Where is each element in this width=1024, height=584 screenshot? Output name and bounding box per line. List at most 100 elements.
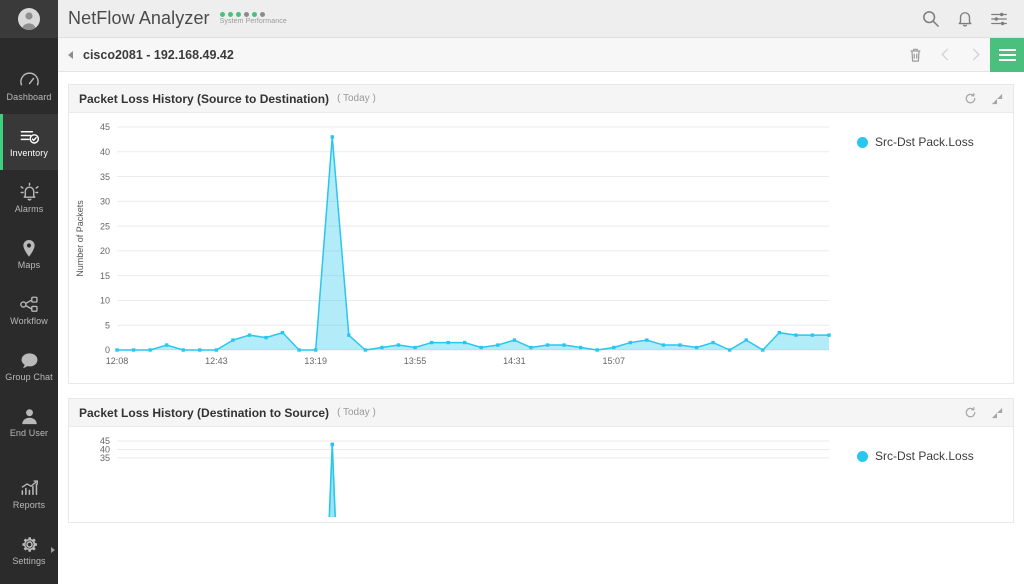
card-body: 35 40 45 Src-Dst Pack.Loss — [69, 427, 1013, 558]
user-avatar[interactable] — [18, 8, 40, 30]
hamburger-menu-button[interactable] — [990, 37, 1024, 72]
sidebar-item-label: Settings — [12, 556, 46, 566]
system-performance-label: System Performance — [219, 18, 287, 25]
sidebar-item-alarms[interactable]: Alarms — [0, 170, 58, 226]
card-header-actions — [964, 92, 1003, 105]
chat-bubble-icon — [19, 350, 40, 370]
card-body: 0 5 10 15 20 25 30 35 40 45 Number of Packets 12:08… — [69, 113, 1013, 383]
performance-dot — [235, 12, 241, 17]
sidebar-item-label: Dashboard — [6, 92, 52, 102]
svg-text:Number of Packets: Number of Packets — [75, 200, 85, 277]
refresh-icon[interactable] — [964, 406, 977, 419]
breadcrumb-bar: cisco2081 - 192.168.49.42 — [58, 37, 1024, 72]
chart-legend: Src-Dst Pack.Loss — [839, 113, 974, 383]
svg-text:12:43: 12:43 — [205, 356, 228, 366]
svg-text:15:07: 15:07 — [602, 356, 625, 366]
svg-text:5: 5 — [105, 320, 110, 330]
sidebar-item-label: Workflow — [10, 316, 48, 326]
settings-expand-caret-icon[interactable] — [51, 547, 55, 553]
app-title: NetFlow Analyzer — [68, 8, 210, 28]
sidebar-item-label: End User — [9, 428, 49, 438]
bar-chart-icon — [19, 478, 40, 498]
card-title: Packet Loss History (Destination to Sour… — [79, 405, 330, 420]
svg-text:0: 0 — [105, 345, 110, 355]
alarm-bell-icon — [19, 182, 40, 202]
top-bar-actions — [921, 9, 1024, 28]
sidebar-nav-bottom: Reports Settings — [0, 466, 58, 584]
card-header: Packet Loss History (Source to Destinati… — [69, 85, 1013, 113]
performance-dot — [219, 12, 225, 17]
svg-text:14:31: 14:31 — [503, 356, 526, 366]
sliders-icon[interactable] — [990, 10, 1008, 28]
legend-color-swatch — [857, 137, 868, 148]
chevron-left-icon[interactable] — [930, 47, 960, 62]
card-subtitle: ( Today ) — [337, 407, 376, 418]
sidebar-nav-top: Dashboard Inventory Alarms Maps Workflow Grou… — [0, 38, 58, 450]
sidebar-item-maps[interactable]: Maps — [0, 226, 58, 282]
svg-text:15: 15 — [100, 271, 110, 281]
legend-label: Src-Dst Pack.Loss — [875, 449, 974, 463]
chart-svg: 354045 — [100, 436, 829, 558]
avatar-container[interactable] — [0, 0, 58, 38]
card-packet-loss-dst-src: Packet Loss History (Destination to Sour… — [68, 398, 1014, 558]
performance-dot — [227, 12, 233, 17]
svg-text:13:19: 13:19 — [304, 356, 327, 366]
bell-icon[interactable] — [956, 9, 974, 28]
trash-icon[interactable] — [900, 47, 930, 63]
inventory-icon — [19, 126, 40, 146]
chart-legend: Src-Dst Pack.Loss — [839, 427, 974, 522]
app-root: Dashboard Inventory Alarms Maps Workflow Grou… — [0, 0, 1024, 584]
svg-text:20: 20 — [100, 246, 110, 256]
card-title: Packet Loss History (Source to Destinati… — [79, 91, 330, 106]
expand-icon[interactable] — [991, 93, 1003, 105]
chevron-right-icon[interactable] — [960, 47, 990, 62]
sidebar-item-group-chat[interactable]: Group Chat — [0, 338, 58, 394]
expand-icon[interactable] — [991, 407, 1003, 419]
svg-text:30: 30 — [100, 197, 110, 207]
svg-text:45: 45 — [100, 122, 110, 132]
card-subtitle: ( Today ) — [337, 93, 376, 104]
card-header-actions — [964, 406, 1003, 419]
sidebar-item-label: Maps — [17, 260, 41, 270]
gear-icon — [19, 534, 40, 554]
content-scroll-area[interactable]: Packet Loss History (Source to Destinati… — [58, 72, 1024, 584]
map-pin-icon — [19, 238, 39, 258]
sidebar: Dashboard Inventory Alarms Maps Workflow Grou… — [0, 0, 58, 584]
chart-source-to-destination[interactable]: 0 5 10 15 20 25 30 35 40 45 Number of Packets 12:08… — [69, 113, 839, 383]
system-performance-indicator: System Performance — [219, 12, 287, 25]
breadcrumb-title: cisco2081 - 192.168.49.42 — [83, 47, 234, 62]
sidebar-item-label: Reports — [12, 500, 46, 510]
chart-svg: 0 5 10 15 20 25 30 35 40 45 Number of Packets 12:08… — [75, 122, 831, 366]
search-icon[interactable] — [921, 9, 940, 28]
back-arrow-icon[interactable] — [68, 50, 73, 59]
sidebar-item-label: Alarms — [14, 204, 44, 214]
sidebar-item-dashboard[interactable]: Dashboard — [0, 58, 58, 114]
sidebar-item-end-user[interactable]: End User — [0, 394, 58, 450]
sidebar-item-workflow[interactable]: Workflow — [0, 282, 58, 338]
person-icon — [19, 406, 40, 426]
gauge-icon — [19, 70, 40, 90]
sidebar-item-settings[interactable]: Settings — [0, 522, 58, 578]
svg-text:12:08: 12:08 — [106, 356, 129, 366]
chart-destination-to-source[interactable]: 35 40 45 — [69, 427, 839, 558]
svg-text:45: 45 — [100, 436, 110, 446]
svg-text:40: 40 — [100, 147, 110, 157]
sidebar-item-inventory[interactable]: Inventory — [0, 114, 58, 170]
menu-line — [998, 48, 1016, 51]
sidebar-item-reports[interactable]: Reports — [0, 466, 58, 522]
menu-line — [998, 58, 1016, 61]
performance-dot — [243, 12, 249, 17]
svg-text:35: 35 — [100, 172, 110, 182]
legend-color-swatch — [857, 451, 868, 462]
svg-text:10: 10 — [100, 296, 110, 306]
sidebar-item-label: Inventory — [10, 148, 48, 158]
sidebar-item-label: Group Chat — [5, 372, 53, 382]
performance-dot — [251, 12, 257, 17]
performance-dots — [219, 12, 265, 17]
card-packet-loss-src-dst: Packet Loss History (Source to Destinati… — [68, 84, 1014, 384]
person-icon — [22, 12, 36, 30]
refresh-icon[interactable] — [964, 92, 977, 105]
menu-line — [998, 53, 1016, 56]
main-area: NetFlow Analyzer System Performance cisc… — [58, 0, 1024, 584]
top-bar: NetFlow Analyzer System Performance — [58, 0, 1024, 38]
